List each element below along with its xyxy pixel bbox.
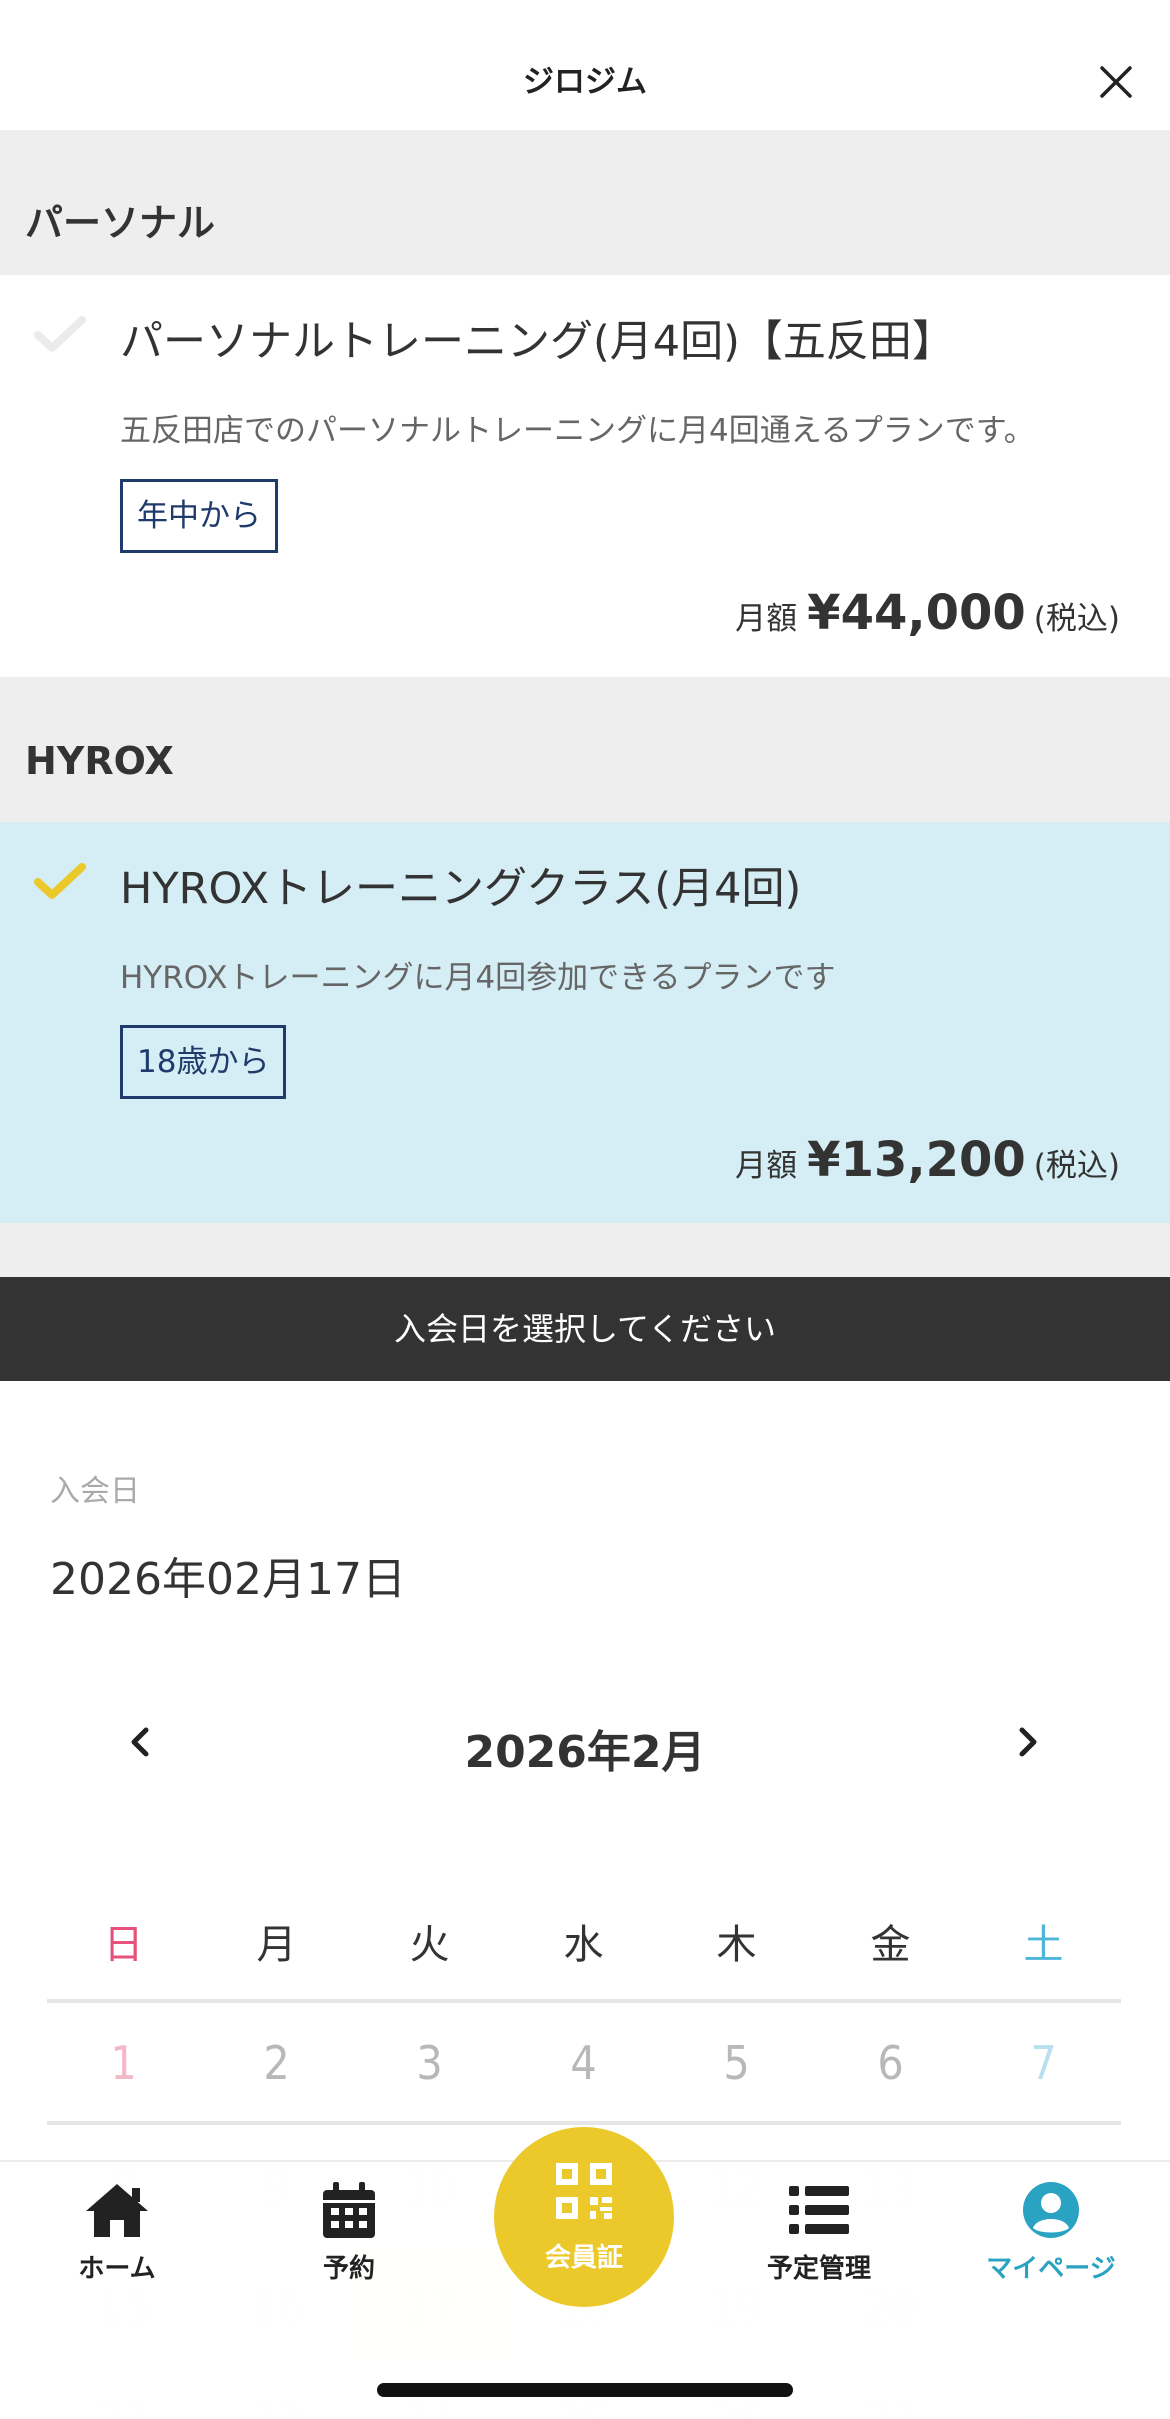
weekday-fri: 金 — [870, 1922, 911, 1968]
age-badge: 年中から — [120, 479, 278, 553]
nav-mypage[interactable]: マイページ — [961, 2180, 1141, 2285]
plan-name: パーソナルトレーニング(月4回)【五反田】 — [120, 317, 955, 367]
calendar-day[interactable]: 4 — [507, 2036, 660, 2090]
home-indicator — [377, 2383, 793, 2397]
section-header-personal: パーソナル — [0, 130, 1170, 275]
plan-card-hyrox[interactable]: HYROXトレーニングクラス(月4回) HYROXトレーニングに月4回参加できる… — [0, 822, 1170, 1223]
price-tax: (税込) — [1033, 601, 1120, 637]
price-label: 月額 — [735, 1148, 798, 1184]
join-date-value[interactable]: 2026年02月17日 — [50, 1543, 406, 1607]
weekday-thu: 木 — [716, 1922, 757, 1968]
nav-home[interactable]: ホーム — [27, 2180, 207, 2285]
weekday-tue: 火 — [409, 1922, 450, 1968]
section-header-hyrox: HYROX — [0, 677, 1170, 822]
nav-reserve[interactable]: 予約 — [259, 2180, 439, 2285]
weekday-sun: 日 — [103, 1922, 144, 1968]
qr-code-icon — [556, 2163, 612, 2219]
list-icon — [789, 2186, 849, 2234]
plan-description: 五反田店でのパーソナルトレーニングに月4回通えるプランです。 — [120, 413, 1035, 449]
calendar-day[interactable]: 6 — [814, 2036, 967, 2090]
join-date-label: 入会日 — [50, 1474, 140, 1509]
section-title: パーソナル — [25, 201, 216, 245]
nav-home-label: ホーム — [78, 2254, 156, 2284]
close-icon[interactable] — [1092, 58, 1140, 106]
nav-reserve-label: 予約 — [322, 2254, 375, 2284]
calendar-divider — [47, 1999, 1121, 2003]
calendar-day[interactable]: 3 — [353, 2036, 506, 2090]
calendar-day[interactable]: 1 — [47, 2036, 200, 2090]
price-label: 月額 — [735, 601, 798, 637]
calendar-divider — [47, 2121, 1121, 2125]
calendar-day[interactable]: 5 — [660, 2036, 813, 2090]
calendar-day[interactable]: 7 — [967, 2036, 1120, 2090]
plan-name: HYROXトレーニングクラス(月4回) — [120, 864, 802, 914]
section-spacer — [0, 1223, 1170, 1277]
price-tax: (税込) — [1033, 1148, 1120, 1184]
nav-schedule-label: 予定管理 — [766, 2254, 871, 2284]
member-card-button[interactable]: 会員証 — [494, 2127, 674, 2307]
calendar-weekdays: 日 月 火 水 木 金 土 — [47, 1912, 1121, 1972]
calendar-day[interactable]: 2 — [200, 2036, 353, 2090]
plan-price: 月額 ¥13,200 (税込) — [735, 1132, 1120, 1188]
price-amount: ¥13,200 — [807, 1132, 1026, 1188]
plan-card-personal[interactable]: パーソナルトレーニング(月4回)【五反田】 五反田店でのパーソナルトレーニングに… — [0, 275, 1170, 677]
member-card-label: 会員証 — [544, 2243, 623, 2273]
calendar-month-title: 2026年2月 — [464, 1727, 706, 1778]
price-amount: ¥44,000 — [807, 585, 1026, 641]
chevron-right-icon[interactable] — [1006, 1718, 1050, 1766]
check-icon — [34, 316, 86, 352]
user-icon — [1023, 2182, 1079, 2238]
weekday-sat: 土 — [1023, 1922, 1064, 1968]
nav-schedule[interactable]: 予定管理 — [729, 2180, 909, 2285]
section-title: HYROX — [25, 739, 174, 783]
nav-mypage-label: マイページ — [986, 2254, 1116, 2284]
weekday-wed: 水 — [563, 1922, 604, 1968]
home-icon — [86, 2184, 148, 2237]
plan-description: HYROXトレーニングに月4回参加できるプランです — [120, 960, 836, 996]
plan-price: 月額 ¥44,000 (税込) — [735, 585, 1120, 641]
weekday-mon: 月 — [256, 1922, 297, 1968]
age-badge: 18歳から — [120, 1025, 287, 1099]
page-title: ジロジム — [523, 64, 647, 100]
header: ジロジム — [0, 0, 1170, 130]
check-icon — [34, 863, 86, 899]
calendar-icon — [323, 2182, 375, 2238]
join-date-prompt: 入会日を選択してください — [0, 1277, 1170, 1381]
